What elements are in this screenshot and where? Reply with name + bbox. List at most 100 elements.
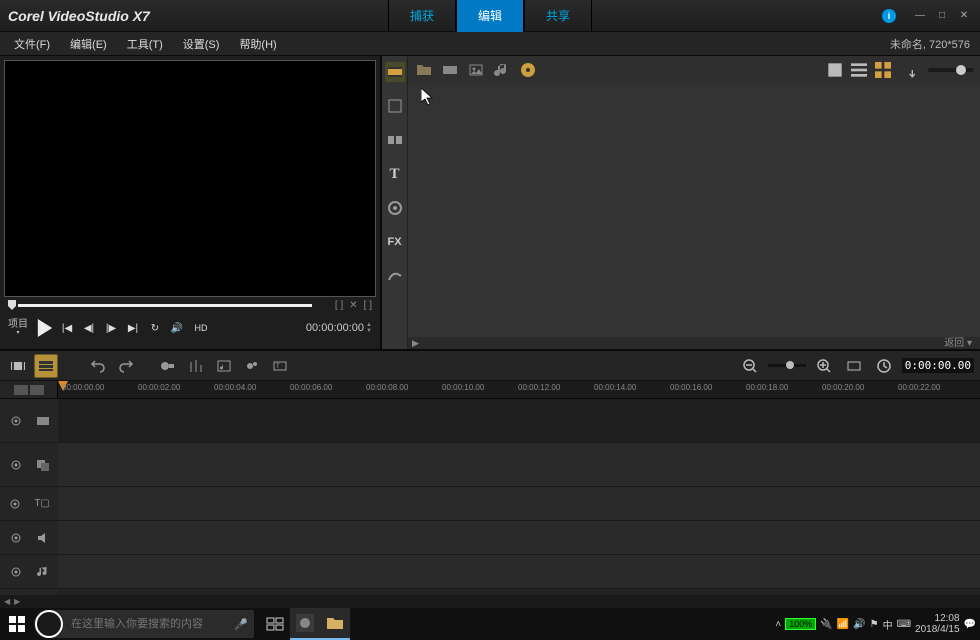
slider-handle-icon[interactable] (956, 65, 966, 75)
split-clip-icon[interactable]: ✕ (349, 300, 357, 311)
mixer-button[interactable] (184, 354, 208, 378)
mark-out-icon[interactable]: [ ] (364, 300, 372, 311)
info-icon[interactable]: i (882, 9, 896, 23)
record-button[interactable] (156, 354, 180, 378)
title-track-head[interactable]: T▢ (0, 487, 58, 521)
minimize-button[interactable]: — (912, 9, 928, 23)
filter-disc-button[interactable] (518, 60, 538, 80)
scroll-left-icon[interactable]: ◀ (4, 597, 10, 606)
scrub-handle-icon[interactable] (8, 300, 16, 310)
timeline-ruler[interactable]: 00:00:00.00 00:00:02.00 00:00:04.00 00:0… (58, 381, 980, 398)
volume-tray-icon[interactable]: 🔊 (853, 619, 865, 630)
go-start-button[interactable]: |◀ (58, 319, 76, 337)
menu-tools[interactable]: 工具(T) (117, 32, 173, 56)
play-button[interactable] (36, 319, 54, 337)
prev-frame-button[interactable]: ◀| (80, 319, 98, 337)
timeline-view-button[interactable] (34, 354, 58, 378)
scrub-track[interactable] (18, 304, 312, 307)
cat-instant-project[interactable] (385, 96, 405, 116)
preview-canvas[interactable] (4, 60, 376, 297)
filter-video-button[interactable] (440, 60, 460, 80)
view-grid-icon[interactable] (874, 61, 892, 79)
library-footer-label[interactable]: 返回 ▾ (944, 334, 972, 349)
library-expand-handle[interactable]: ▶ (408, 337, 980, 349)
fit-project-button[interactable] (842, 354, 866, 378)
view-list-icon[interactable] (850, 61, 868, 79)
next-frame-button[interactable]: |▶ (102, 319, 120, 337)
notifications-icon[interactable]: 💬 (964, 619, 976, 630)
search-input[interactable] (63, 618, 234, 630)
zoom-in-button[interactable] (812, 354, 836, 378)
cat-title[interactable]: T (385, 164, 405, 184)
overlay-track[interactable] (58, 443, 980, 487)
library-content[interactable] (408, 84, 980, 337)
sort-button[interactable] (898, 61, 916, 79)
flag-icon[interactable]: ⚑ (870, 619, 879, 630)
zoom-handle-icon[interactable] (786, 361, 794, 369)
repeat-button[interactable]: ↻ (146, 319, 164, 337)
music-track[interactable] (58, 555, 980, 589)
ime-indicator[interactable]: 中 (883, 617, 893, 632)
close-button[interactable]: ✕ (956, 9, 972, 23)
hd-toggle[interactable]: HD (190, 319, 212, 337)
tab-capture[interactable]: 捕获 (388, 0, 456, 32)
undo-button[interactable] (86, 354, 110, 378)
app-videostudio-icon[interactable] (290, 608, 320, 640)
storyboard-view-button[interactable] (6, 354, 30, 378)
menu-settings[interactable]: 设置(S) (173, 32, 230, 56)
scroll-right-icon[interactable]: ▶ (14, 597, 20, 606)
menu-file[interactable]: 文件(F) (4, 32, 60, 56)
clock[interactable]: 12:08 2018/4/15 (915, 613, 960, 635)
video-track-head[interactable] (0, 399, 58, 443)
music-track-head[interactable] (0, 555, 58, 589)
cat-graphic[interactable] (385, 198, 405, 218)
cat-media[interactable] (385, 62, 405, 82)
mark-in-icon[interactable]: [ ] (335, 300, 343, 311)
cat-filter[interactable]: FX (385, 232, 405, 252)
insert-media-icon[interactable] (14, 385, 28, 395)
mic-icon[interactable]: 🎤 (234, 618, 254, 631)
mode-label[interactable]: 项目▾ (8, 320, 28, 336)
maximize-button[interactable]: □ (934, 9, 950, 23)
battery-indicator[interactable]: 100% (785, 618, 816, 630)
visibility-icon[interactable] (9, 565, 23, 579)
tab-edit[interactable]: 编辑 (456, 0, 524, 32)
zoom-slider[interactable] (768, 364, 806, 367)
app-explorer-icon[interactable] (320, 608, 350, 640)
filter-audio-button[interactable] (492, 60, 512, 80)
go-end-button[interactable]: ▶| (124, 319, 142, 337)
subtitle-button[interactable]: T (268, 354, 292, 378)
tray-expand-icon[interactable]: ˄ (775, 619, 781, 630)
title-track[interactable] (58, 487, 980, 521)
redo-button[interactable] (114, 354, 138, 378)
search-box[interactable]: 🎤 (34, 610, 254, 638)
task-view-button[interactable] (260, 608, 290, 640)
keyboard-icon[interactable]: ⌨ (897, 619, 911, 630)
visibility-icon[interactable] (9, 414, 23, 428)
tc-down-icon[interactable]: ▼ (366, 328, 372, 334)
visibility-icon[interactable] (8, 497, 22, 511)
menu-help[interactable]: 帮助(H) (229, 32, 286, 56)
wifi-icon[interactable]: 📶 (837, 619, 849, 630)
overlay-track-head[interactable] (0, 443, 58, 487)
power-icon[interactable]: 🔌 (820, 619, 832, 630)
zoom-out-button[interactable] (738, 354, 762, 378)
filter-photo-button[interactable] (466, 60, 486, 80)
view-large-icon[interactable] (826, 61, 844, 79)
visibility-icon[interactable] (9, 458, 23, 472)
cat-transition[interactable] (385, 130, 405, 150)
start-button[interactable] (0, 608, 34, 640)
motion-track-button[interactable] (240, 354, 264, 378)
thumbnail-size-slider[interactable] (928, 68, 974, 72)
cortana-icon[interactable] (35, 610, 63, 638)
visibility-icon[interactable] (9, 531, 23, 545)
timeline-scrollbar[interactable]: ◀ ▶ (0, 595, 980, 607)
folder-button[interactable] (414, 60, 434, 80)
preview-timecode[interactable]: 00:00:00:00 ▲▼ (306, 322, 372, 334)
scrubber[interactable]: [ ] ✕ [ ] (4, 299, 376, 311)
tab-share[interactable]: 共享 (524, 0, 592, 32)
auto-music-button[interactable] (212, 354, 236, 378)
menu-edit[interactable]: 编辑(E) (60, 32, 117, 56)
batch-convert-icon[interactable] (30, 385, 44, 395)
voice-track-head[interactable] (0, 521, 58, 555)
